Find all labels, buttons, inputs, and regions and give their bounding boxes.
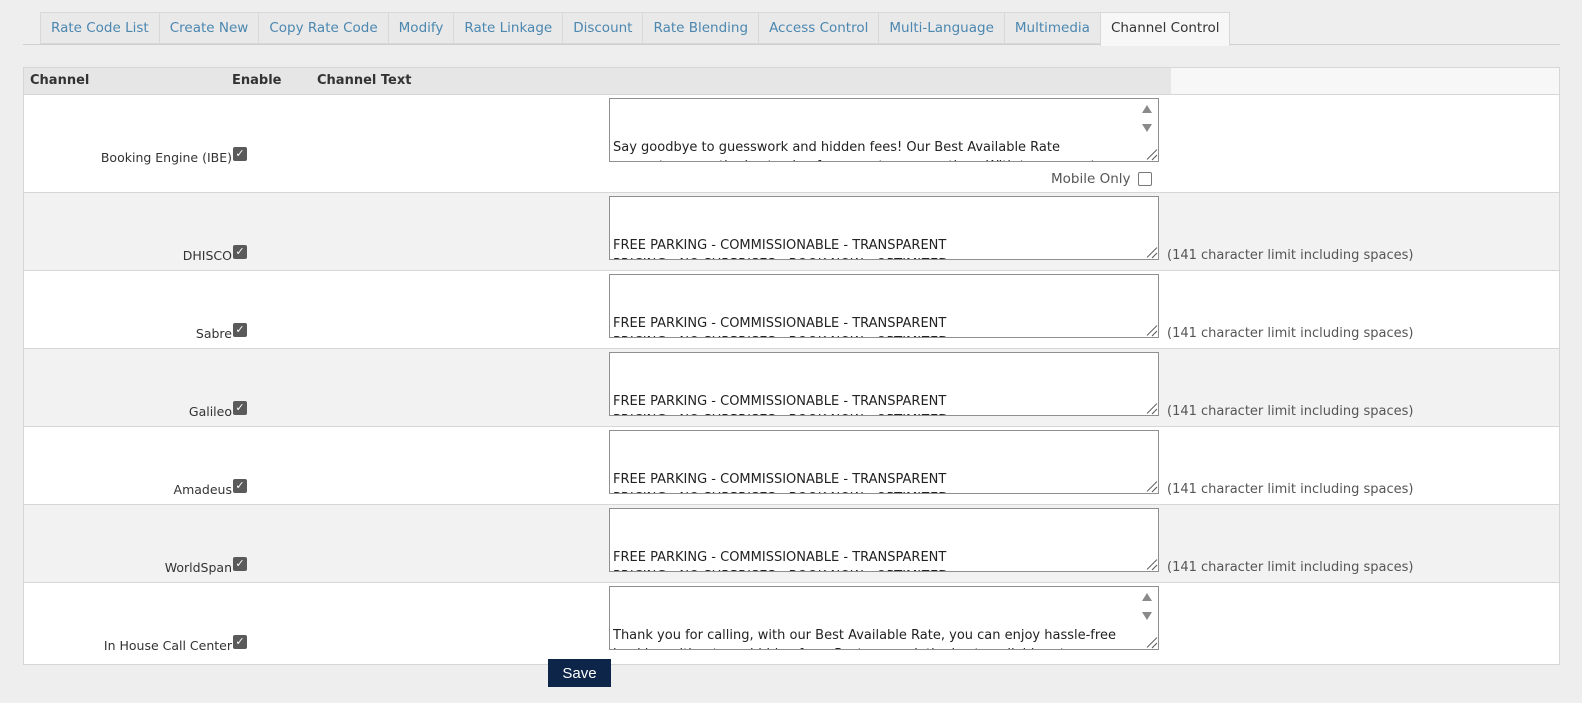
enable-checkbox[interactable]: ✓ <box>233 479 247 493</box>
table-row: DHISCO ✓ FREE PARKING - COMMISSIONABLE -… <box>24 193 1559 271</box>
table-row: Amadeus ✓ FREE PARKING - COMMISSIONABLE … <box>24 427 1559 505</box>
channel-text-value: Say goodbye to guesswork and hidden fees… <box>613 140 1096 161</box>
enable-checkbox[interactable]: ✓ <box>233 635 247 649</box>
character-limit-note: (141 character limit including spaces) <box>1167 560 1414 575</box>
enable-checkbox[interactable]: ✓ <box>233 147 247 161</box>
mobile-only-label: Mobile Only <box>1051 171 1131 187</box>
header-shade <box>24 68 1171 94</box>
channel-text-value: Thank you for calling, with our Best Ava… <box>613 628 1116 649</box>
scroll-down-icon[interactable] <box>1142 612 1152 620</box>
scroll-up-icon[interactable] <box>1142 593 1152 601</box>
channel-name: Amadeus <box>173 482 232 497</box>
channel-table: Channel Enable Channel Text Booking Engi… <box>23 67 1560 665</box>
tab-list: Rate Code List Create New Copy Rate Code… <box>40 12 1231 46</box>
mobile-only-checkbox[interactable] <box>1137 172 1152 186</box>
channel-text-area[interactable]: FREE PARKING - COMMISSIONABLE - TRANSPAR… <box>609 352 1159 416</box>
character-limit-note: (141 character limit including spaces) <box>1167 482 1414 497</box>
character-limit-note: (141 character limit including spaces) <box>1167 248 1414 263</box>
channel-text-value: FREE PARKING - COMMISSIONABLE - TRANSPAR… <box>613 472 948 493</box>
channel-text-area[interactable]: Thank you for calling, with our Best Ava… <box>609 586 1159 650</box>
scroll-down-icon[interactable] <box>1142 124 1152 132</box>
character-limit-note: (141 character limit including spaces) <box>1167 404 1414 419</box>
channel-name: Booking Engine (IBE) <box>100 150 232 165</box>
tab-rate-code-list[interactable]: Rate Code List <box>40 12 159 44</box>
channel-text-area[interactable]: FREE PARKING - COMMISSIONABLE - TRANSPAR… <box>609 196 1159 260</box>
tab-channel-control[interactable]: Channel Control <box>1099 12 1231 46</box>
table-row: Sabre ✓ FREE PARKING - COMMISSIONABLE - … <box>24 271 1559 349</box>
resize-grip-icon[interactable] <box>1145 148 1157 160</box>
tab-multi-language[interactable]: Multi-Language <box>878 12 1004 44</box>
table-row: In House Call Center ✓ Thank you for cal… <box>24 583 1559 664</box>
mobile-only-option[interactable]: Mobile Only <box>1051 171 1152 187</box>
resize-grip-icon[interactable] <box>1145 480 1157 492</box>
table-row: Galileo ✓ FREE PARKING - COMMISSIONABLE … <box>24 349 1559 427</box>
tab-multimedia[interactable]: Multimedia <box>1003 12 1100 44</box>
channel-name: DHISCO <box>182 248 232 263</box>
channel-text-area[interactable]: FREE PARKING - COMMISSIONABLE - TRANSPAR… <box>609 274 1159 338</box>
table-row: WorldSpan ✓ FREE PARKING - COMMISSIONABL… <box>24 505 1559 583</box>
tab-rate-linkage[interactable]: Rate Linkage <box>453 12 563 44</box>
scroll-up-icon[interactable] <box>1142 105 1152 113</box>
channel-text-value: FREE PARKING - COMMISSIONABLE - TRANSPAR… <box>613 316 948 337</box>
header-channel-text: Channel Text <box>317 73 412 88</box>
channel-name: Galileo <box>188 404 232 419</box>
enable-checkbox[interactable]: ✓ <box>233 557 247 571</box>
enable-checkbox[interactable]: ✓ <box>233 245 247 259</box>
header-enable: Enable <box>232 73 282 88</box>
header-channel: Channel <box>30 73 90 88</box>
channel-text-area[interactable]: FREE PARKING - COMMISSIONABLE - TRANSPAR… <box>609 430 1159 494</box>
character-limit-note: (141 character limit including spaces) <box>1167 326 1414 341</box>
save-button[interactable]: Save <box>548 659 611 687</box>
channel-text-value: FREE PARKING - COMMISSIONABLE - TRANSPAR… <box>613 394 948 415</box>
channel-name: In House Call Center <box>103 638 232 653</box>
channel-text-value: FREE PARKING - COMMISSIONABLE - TRANSPAR… <box>613 238 948 259</box>
tab-copy-rate-code[interactable]: Copy Rate Code <box>258 12 388 44</box>
channel-text-area[interactable]: FREE PARKING - COMMISSIONABLE - TRANSPAR… <box>609 508 1159 572</box>
table-row: Booking Engine (IBE) ✓ Say goodbye to gu… <box>24 95 1559 193</box>
channel-text-value: FREE PARKING - COMMISSIONABLE - TRANSPAR… <box>613 550 948 571</box>
enable-checkbox[interactable]: ✓ <box>233 401 247 415</box>
resize-grip-icon[interactable] <box>1145 558 1157 570</box>
resize-grip-icon[interactable] <box>1145 402 1157 414</box>
resize-grip-icon[interactable] <box>1145 246 1157 258</box>
channel-text-area[interactable]: Say goodbye to guesswork and hidden fees… <box>609 98 1159 162</box>
tab-rate-blending[interactable]: Rate Blending <box>642 12 759 44</box>
enable-checkbox[interactable]: ✓ <box>233 323 247 337</box>
channel-name: Sabre <box>195 326 232 341</box>
tab-modify[interactable]: Modify <box>387 12 454 44</box>
table-header: Channel Enable Channel Text <box>24 68 1559 95</box>
tab-create-new[interactable]: Create New <box>158 12 259 44</box>
tab-discount[interactable]: Discount <box>562 12 643 44</box>
tab-access-control[interactable]: Access Control <box>758 12 879 44</box>
tab-bar: Rate Code List Create New Copy Rate Code… <box>23 12 1560 46</box>
channel-name: WorldSpan <box>164 560 232 575</box>
resize-grip-icon[interactable] <box>1145 636 1157 648</box>
resize-grip-icon[interactable] <box>1145 324 1157 336</box>
